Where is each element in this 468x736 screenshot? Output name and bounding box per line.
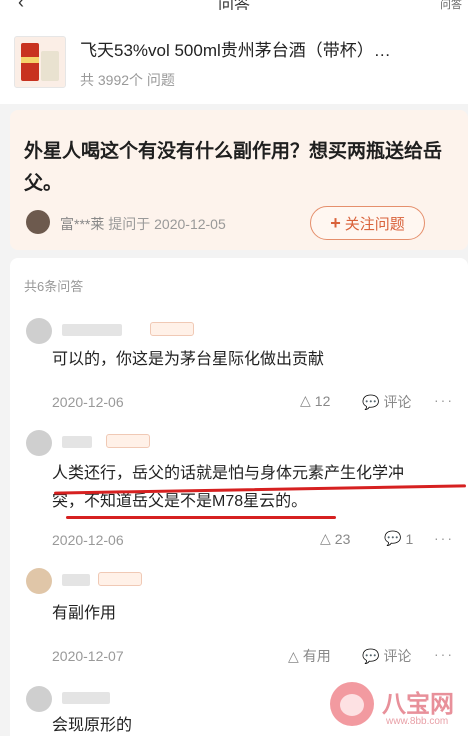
asker-avatar[interactable]: [26, 210, 50, 234]
answer-avatar[interactable]: [26, 318, 52, 344]
top-bar: ‹ 问答 问答: [0, 0, 468, 10]
more-dots-icon[interactable]: ···: [434, 392, 454, 408]
comment-count: 1: [405, 530, 414, 547]
comment-label: 评论: [383, 648, 412, 664]
product-card[interactable]: 飞天53%vol 500ml贵州茅台酒（带杯）… 共 3992个 问题: [0, 10, 468, 104]
asker-name: 富***莱: [60, 216, 105, 232]
asked-date: 提问于 2020-12-05: [108, 216, 226, 232]
like-button[interactable]: △ 23: [320, 530, 350, 547]
answers-panel: 共6条问答 可以的，你这是为茅台星际化做出贡献 2020-12-06 △ 12 …: [10, 258, 468, 736]
watermark-logo-icon: [330, 682, 374, 726]
page-title: 问答: [217, 0, 250, 10]
product-name: 飞天53%vol 500ml贵州茅台酒（带杯）…: [80, 41, 391, 60]
answer-username: [62, 436, 92, 448]
like-count: 23: [334, 530, 351, 547]
answer-text: 会现原形的: [52, 717, 133, 734]
answers-count: 共6条问答: [24, 279, 84, 294]
answer-username: [62, 324, 122, 336]
useful-label: 有用: [302, 648, 331, 664]
comment-bubble-icon: 💬: [362, 647, 380, 664]
answer-text: 有副作用: [52, 605, 117, 622]
product-image: [14, 36, 66, 88]
watermark-name: 八宝网: [382, 691, 454, 718]
answer-text: 可以的，你这是为茅台星际化做出贡献: [52, 351, 325, 368]
qa-link[interactable]: 问答: [440, 0, 462, 10]
useful-button[interactable]: △ 有用: [288, 646, 331, 666]
answer-badge: [106, 434, 150, 448]
like-button[interactable]: △ 12: [300, 392, 330, 409]
question-text: 外星人喝这个有没有什么副作用？想买两瓶送给岳父。: [24, 141, 443, 194]
answer-username: [62, 692, 110, 704]
comment-button[interactable]: 💬 评论: [362, 392, 411, 412]
answer-date: 2020-12-07: [52, 648, 124, 664]
asker-info: 富***莱 提问于 2020-12-05: [60, 214, 226, 234]
answer-username: [62, 574, 90, 586]
follow-label: 关注问题: [344, 215, 405, 233]
like-triangle-icon: △: [320, 530, 331, 546]
answer-text-line-1: 人类还行，岳父的话就是怕与身体元素产生化学冲: [52, 465, 405, 482]
answer-date: 2020-12-06: [52, 394, 124, 410]
more-dots-icon[interactable]: ···: [434, 530, 454, 546]
like-triangle-icon: △: [288, 647, 299, 664]
follow-question-button[interactable]: + 关注问题: [310, 206, 425, 240]
answer-avatar[interactable]: [26, 430, 52, 456]
like-triangle-icon: △: [300, 392, 311, 408]
watermark: 八宝网 www.8bb.com: [330, 682, 462, 732]
question-card: 外星人喝这个有没有什么副作用？想买两瓶送给岳父。 富***莱 提问于 2020-…: [10, 110, 468, 250]
answer-badge: [98, 572, 142, 586]
answer-badge: [150, 322, 194, 336]
comment-button[interactable]: 💬 评论: [362, 646, 411, 666]
comment-bubble-icon: 💬: [362, 393, 380, 410]
comment-button[interactable]: 💬 1: [384, 530, 413, 547]
question-count: 共 3992个 问题: [80, 72, 175, 88]
answer-date: 2020-12-06: [52, 532, 124, 548]
answer-avatar[interactable]: [26, 686, 52, 712]
watermark-url: www.8bb.com: [386, 716, 449, 727]
like-count: 12: [314, 392, 331, 409]
red-underline: [66, 516, 336, 519]
comment-label: 评论: [383, 394, 412, 410]
more-dots-icon[interactable]: ···: [434, 646, 454, 662]
plus-icon: +: [330, 212, 341, 233]
comment-bubble-icon: 💬: [384, 530, 402, 546]
answer-avatar[interactable]: [26, 568, 52, 594]
